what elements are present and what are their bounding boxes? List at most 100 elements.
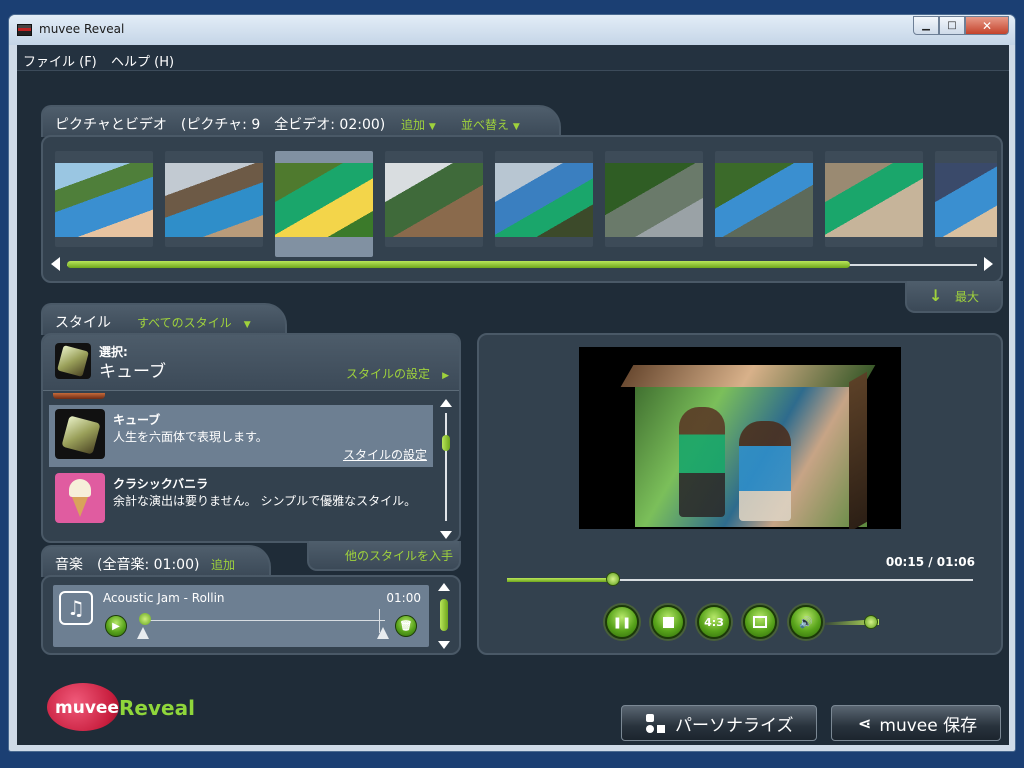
photo-image — [55, 163, 153, 237]
style-item-classic-vanilla[interactable]: クラシックバニラ 余計な演出は要りません。 シンプルで優雅なスタイル。 — [49, 469, 433, 531]
sort-link[interactable]: 並べ替え ▼ — [461, 116, 520, 133]
photo-image — [715, 163, 813, 237]
music-trim-bar[interactable] — [145, 620, 385, 621]
thumbnail-strip — [55, 149, 997, 257]
add-media-link[interactable]: 追加 ▼ — [401, 116, 436, 133]
media-thumbnail[interactable] — [385, 151, 483, 247]
pause-button[interactable]: ❚❚ — [605, 605, 639, 639]
volume-slider[interactable] — [825, 615, 879, 629]
muvee-reveal-logo: muvee Reveal — [47, 683, 217, 733]
style-item-cube[interactable]: キューブ 人生を六面体で表現します。 スタイルの設定 — [49, 405, 433, 467]
partial-style-icon — [53, 393, 105, 399]
music-title: 音楽 (全音楽: 01:00) — [55, 557, 200, 573]
client-area: ファイル (F) ヘルプ (H) ピクチャとビデオ (ピクチャ: 9 全ビデオ:… — [17, 45, 1009, 745]
logo-reveal-text: Reveal — [119, 696, 195, 720]
scroll-down-icon[interactable] — [440, 531, 452, 539]
media-thumbnail[interactable] — [825, 151, 923, 247]
pictures-panel — [41, 135, 1003, 283]
music-scrollbar[interactable] — [437, 583, 451, 649]
menu-help[interactable]: ヘルプ (H) — [111, 51, 174, 70]
seek-progress — [507, 578, 613, 582]
volume-button[interactable]: 🔊 — [789, 605, 823, 639]
get-more-styles-tab[interactable]: 他のスタイルを入手 — [307, 541, 461, 571]
selected-style-header: 選択: キューブ スタイルの設定 ▶ — [43, 335, 459, 391]
play-music-icon[interactable]: ▶ — [105, 615, 127, 637]
close-button[interactable]: ✕ — [965, 16, 1009, 35]
scroll-down-icon[interactable] — [438, 641, 450, 649]
media-thumbnail[interactable] — [935, 151, 997, 247]
media-thumbnail[interactable] — [55, 151, 153, 247]
app-icon — [17, 24, 32, 36]
personalize-label: パーソナライズ — [675, 715, 794, 736]
photo-image — [825, 163, 923, 237]
video-preview[interactable] — [579, 347, 901, 529]
media-thumbnail[interactable] — [605, 151, 703, 247]
scroll-left-icon[interactable] — [51, 257, 60, 271]
scroll-up-icon[interactable] — [438, 583, 450, 591]
media-thumbnail[interactable] — [165, 151, 263, 247]
scrollbar-thumb[interactable] — [67, 261, 850, 268]
pictures-title: ピクチャとビデオ (ピクチャ: 9 全ビデオ: 02:00) — [55, 117, 386, 133]
all-styles-dropdown[interactable]: すべてのスタイル ▼ — [137, 314, 251, 331]
style-tab: スタイル すべてのスタイル ▼ — [41, 303, 287, 335]
share-icon: ⋖ — [858, 713, 872, 733]
person-2 — [739, 421, 791, 521]
cube-style-icon — [55, 343, 91, 379]
ice-cream-icon — [55, 473, 105, 523]
style-settings-link[interactable]: スタイルの設定 ▶ — [346, 365, 449, 382]
music-scroll-thumb[interactable] — [440, 599, 448, 631]
title-bar[interactable]: muvee Reveal ▁ □ ✕ — [9, 15, 1015, 45]
stop-button[interactable] — [651, 605, 685, 639]
style-item-desc: 人生を六面体で表現します。 — [113, 430, 268, 444]
window-title: muvee Reveal — [39, 22, 125, 36]
volume-handle[interactable] — [863, 615, 878, 629]
trim-start-handle[interactable] — [139, 613, 151, 625]
scroll-up-icon[interactable] — [440, 399, 452, 407]
maximize-tab[interactable]: ↓ 最大 — [905, 281, 1003, 313]
media-thumbnail[interactable] — [495, 151, 593, 247]
menu-file[interactable]: ファイル (F) — [23, 51, 97, 70]
fade-out-handle[interactable] — [377, 627, 389, 639]
pause-icon: ❚❚ — [612, 615, 632, 629]
photo-image — [275, 163, 373, 237]
aspect-ratio-button[interactable]: 4:3 — [697, 605, 731, 639]
down-arrow-icon: ↓ — [929, 286, 943, 305]
style-item-settings-link[interactable]: スタイルの設定 — [343, 446, 427, 463]
track-duration: 01:00 — [386, 591, 421, 605]
maximize-button[interactable]: □ — [939, 16, 965, 35]
get-more-styles-link[interactable]: 他のスタイルを入手 — [345, 547, 453, 564]
style-item-name: クラシックバニラ — [113, 477, 209, 491]
cube-icon — [55, 409, 105, 459]
photo-image — [935, 163, 997, 237]
photo-image — [165, 163, 263, 237]
scroll-right-icon[interactable] — [984, 257, 993, 271]
save-muvee-button[interactable]: ⋖ muvee 保存 — [831, 705, 1001, 741]
photo-image — [385, 163, 483, 237]
media-thumbnail[interactable] — [275, 151, 373, 257]
selected-style-name: キューブ — [99, 362, 166, 382]
trash-icon[interactable]: 🗑 — [395, 615, 417, 637]
fullscreen-button[interactable] — [743, 605, 777, 639]
time-display: 00:15 / 01:06 — [885, 555, 975, 569]
fullscreen-icon — [753, 616, 767, 628]
pictures-tab: ピクチャとビデオ (ピクチャ: 9 全ビデオ: 02:00) 追加 ▼ 並べ替え… — [41, 105, 561, 137]
music-track-item[interactable]: ♫ Acoustic Jam - Rollin 01:00 ▶ 🗑 — [53, 585, 429, 647]
media-thumbnail[interactable] — [715, 151, 813, 247]
seek-handle[interactable] — [605, 572, 620, 586]
preview-seek-bar[interactable] — [507, 572, 973, 586]
minimize-button[interactable]: ▁ — [913, 16, 939, 35]
style-scroll-thumb[interactable] — [442, 435, 450, 451]
window-controls: ▁ □ ✕ — [913, 16, 1009, 35]
cube-side-face — [849, 371, 867, 529]
cube-top-face — [620, 365, 876, 387]
logo-muvee-text: muvee — [55, 698, 119, 718]
save-label: muvee 保存 — [879, 715, 978, 736]
personalize-icon — [646, 713, 665, 733]
fade-in-handle[interactable] — [137, 627, 149, 639]
style-scrollbar[interactable] — [439, 399, 453, 539]
style-item-name: キューブ — [113, 413, 161, 427]
add-music-link[interactable]: 追加 — [211, 556, 235, 573]
track-name: Acoustic Jam - Rollin — [103, 591, 225, 605]
thumbnail-scrollbar[interactable] — [67, 261, 977, 268]
personalize-button[interactable]: パーソナライズ — [621, 705, 817, 741]
